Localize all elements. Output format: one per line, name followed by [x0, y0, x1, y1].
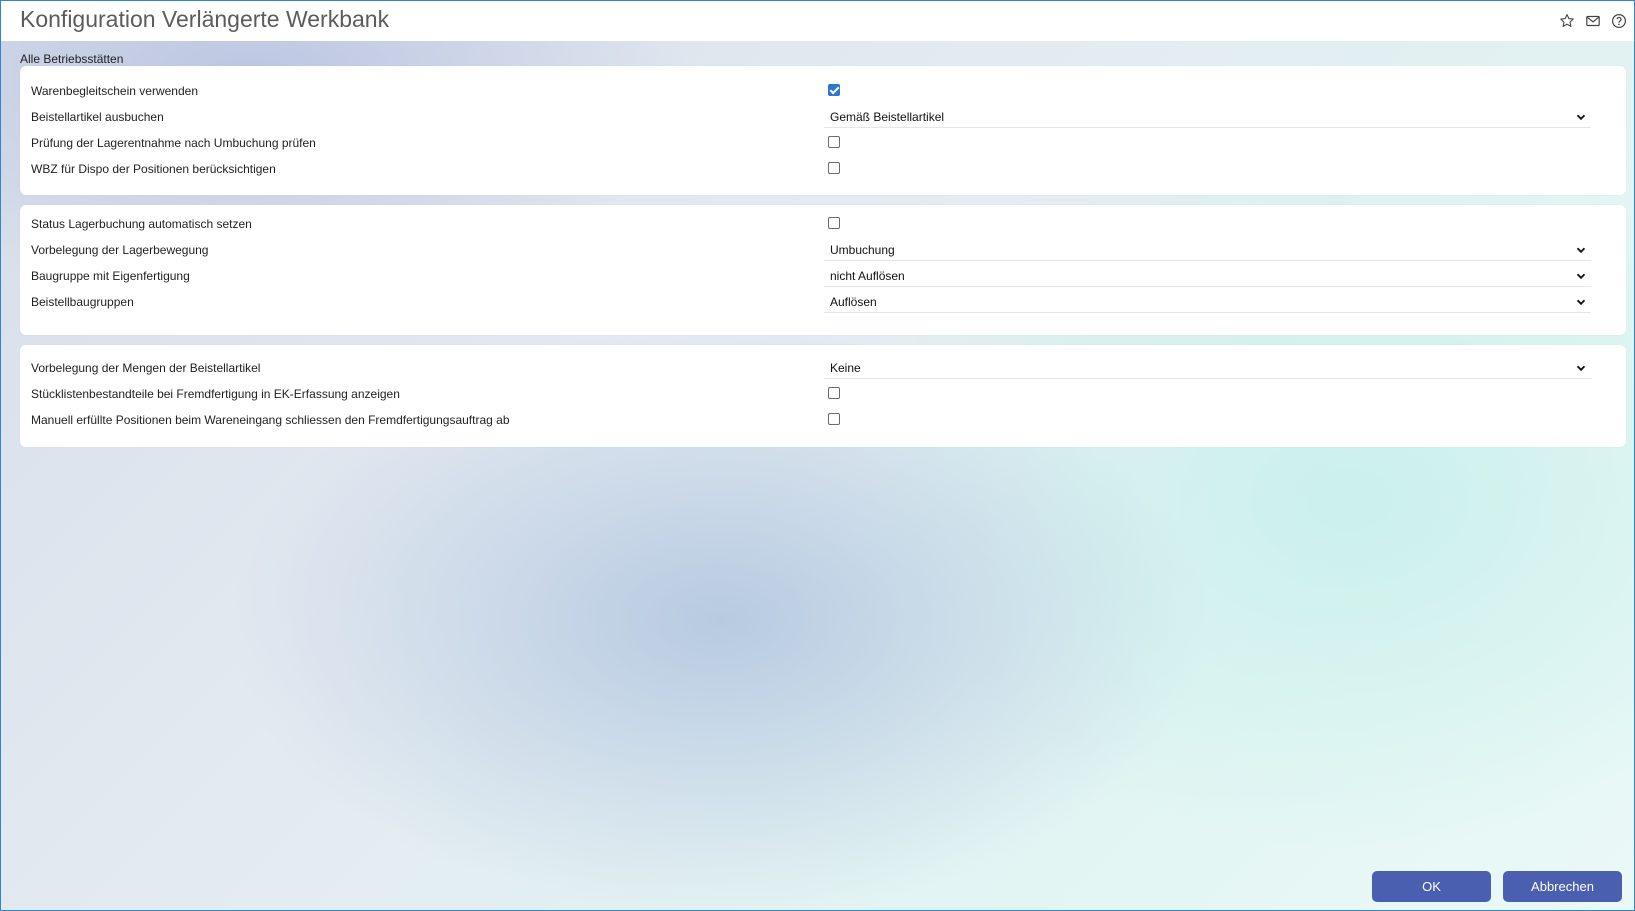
- setting-label: Vorbelegung der Lagerbewegung: [31, 243, 209, 257]
- select-value: nicht Auflösen: [830, 269, 905, 283]
- page-title: Konfiguration Verlängerte Werkbank: [20, 6, 390, 32]
- setting-label: Beistellbaugruppen: [31, 295, 134, 309]
- stuecklistenbestandteile-checkbox[interactable]: [828, 387, 840, 399]
- chevron-down-icon: [1576, 114, 1586, 121]
- chevron-down-icon: [1576, 273, 1586, 280]
- vorbelegung-lagerbewegung-select[interactable]: Umbuchung: [824, 239, 1591, 261]
- setting-row-wbz-dispo: WBZ für Dispo der Positionen berücksicht…: [20, 156, 1626, 182]
- setting-label: Status Lagerbuchung automatisch setzen: [31, 217, 252, 231]
- title-bar: Konfiguration Verlängerte Werkbank: [1, 1, 1634, 41]
- wbz-dispo-checkbox[interactable]: [828, 162, 840, 174]
- setting-label: Warenbegleitschein verwenden: [31, 84, 198, 98]
- chevron-down-icon: [1576, 299, 1586, 306]
- setting-row-pruefung-lagerentnahme: Prüfung der Lagerentnahme nach Umbuchung…: [20, 130, 1626, 156]
- baugruppe-eigenfertigung-select[interactable]: nicht Auflösen: [824, 265, 1591, 287]
- setting-label: Prüfung der Lagerentnahme nach Umbuchung…: [31, 136, 316, 150]
- setting-row-warenbegleitschein: Warenbegleitschein verwenden: [20, 78, 1626, 104]
- help-icon[interactable]: [1609, 11, 1628, 30]
- setting-row-vorbelegung-lagerbewegung: Vorbelegung der Lagerbewegung Umbuchung: [20, 237, 1626, 263]
- beistellartikel-ausbuchen-select[interactable]: Gemäß Beistellartikel: [824, 106, 1591, 128]
- warenbegleitschein-checkbox[interactable]: [828, 84, 840, 96]
- settings-section-3: Vorbelegung der Mengen der Beistellartik…: [20, 345, 1626, 447]
- cancel-button[interactable]: Abbrechen: [1503, 871, 1622, 902]
- setting-row-beistellbaugruppen: Beistellbaugruppen Auflösen: [20, 289, 1626, 315]
- settings-section-1: Warenbegleitschein verwenden Beistellart…: [20, 66, 1626, 195]
- mail-icon[interactable]: [1583, 11, 1602, 30]
- setting-label: WBZ für Dispo der Positionen berücksicht…: [31, 162, 276, 176]
- setting-row-baugruppe-eigenfertigung: Baugruppe mit Eigenfertigung nicht Auflö…: [20, 263, 1626, 289]
- setting-row-stuecklistenbestandteile: Stücklistenbestandteile bei Fremdfertigu…: [20, 381, 1626, 407]
- star-icon[interactable]: [1557, 11, 1576, 30]
- title-actions: [1557, 11, 1628, 30]
- setting-row-manuell-erfuellte-positionen: Manuell erfüllte Positionen beim Warenei…: [20, 407, 1626, 433]
- setting-label: Manuell erfüllte Positionen beim Warenei…: [31, 413, 510, 427]
- setting-row-vorbelegung-mengen: Vorbelegung der Mengen der Beistellartik…: [20, 355, 1626, 381]
- setting-row-beistellartikel-ausbuchen: Beistellartikel ausbuchen Gemäß Beistell…: [20, 104, 1626, 130]
- scope-label: Alle Betriebsstätten: [20, 52, 124, 66]
- setting-label: Vorbelegung der Mengen der Beistellartik…: [31, 361, 261, 375]
- chevron-down-icon: [1576, 365, 1586, 372]
- status-lagerbuchung-checkbox[interactable]: [828, 217, 840, 229]
- setting-label: Baugruppe mit Eigenfertigung: [31, 269, 190, 283]
- select-value: Gemäß Beistellartikel: [830, 110, 945, 124]
- settings-section-2: Status Lagerbuchung automatisch setzen V…: [20, 205, 1626, 335]
- manuell-erfuellte-positionen-checkbox[interactable]: [828, 413, 840, 425]
- setting-label: Beistellartikel ausbuchen: [31, 110, 164, 124]
- select-value: Keine: [830, 361, 861, 375]
- pruefung-lagerentnahme-checkbox[interactable]: [828, 136, 840, 148]
- vorbelegung-mengen-select[interactable]: Keine: [824, 357, 1591, 379]
- ok-button[interactable]: OK: [1372, 871, 1491, 902]
- setting-label: Stücklistenbestandteile bei Fremdfertigu…: [31, 387, 400, 401]
- chevron-down-icon: [1576, 247, 1586, 254]
- beistellbaugruppen-select[interactable]: Auflösen: [824, 291, 1591, 313]
- select-value: Auflösen: [830, 295, 877, 309]
- select-value: Umbuchung: [830, 243, 895, 257]
- setting-row-status-lagerbuchung: Status Lagerbuchung automatisch setzen: [20, 211, 1626, 237]
